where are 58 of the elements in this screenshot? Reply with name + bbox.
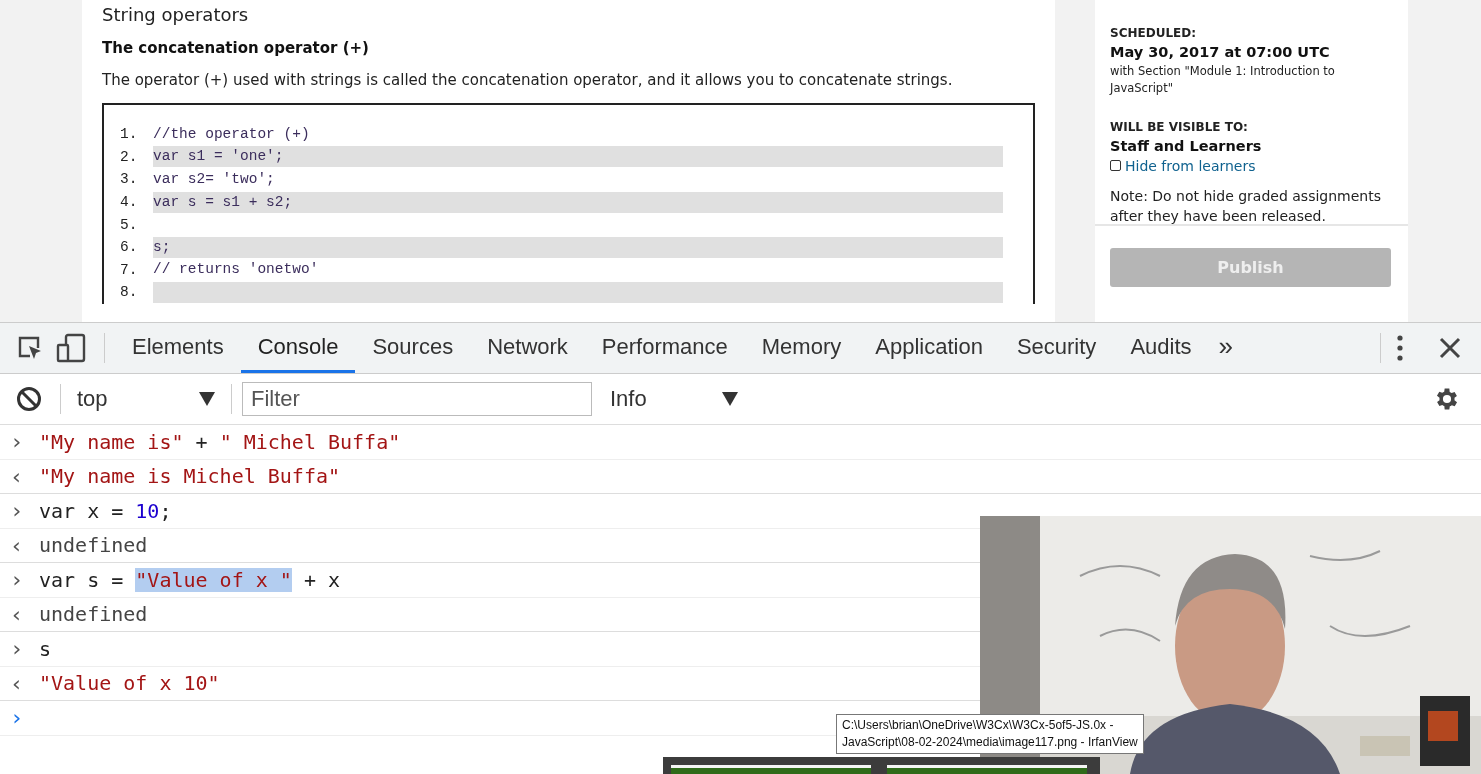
command-text: s xyxy=(39,636,52,661)
more-menu-icon[interactable] xyxy=(1395,334,1405,362)
section-heading: String operators xyxy=(102,4,250,25)
level-dropdown[interactable]: Info xyxy=(604,385,744,413)
prompt-arrow: › xyxy=(10,498,25,524)
visibility-value: Staff and Learners xyxy=(1110,137,1263,154)
context-dropdown[interactable]: top xyxy=(71,385,221,413)
devtools-tab[interactable]: Console xyxy=(240,323,356,373)
prompt-arrow: › xyxy=(10,636,25,662)
line-number: 5. xyxy=(120,216,139,233)
hide-checkbox[interactable]: Hide from learners xyxy=(1110,157,1393,174)
subheading: The concatenation operator (+) xyxy=(102,39,370,57)
line-number: 6. xyxy=(120,239,139,256)
result-arrow: ‹ xyxy=(10,601,25,627)
result-arrow: ‹ xyxy=(10,532,25,558)
line-number: 2. xyxy=(120,148,139,165)
result-arrow: ‹ xyxy=(10,670,25,696)
devtools-tab[interactable]: Network xyxy=(470,323,585,373)
code-line: // returns 'onetwo' xyxy=(153,260,320,280)
result-text: "My name is Michel Buffa" xyxy=(39,464,341,489)
devtools-tab[interactable]: Performance xyxy=(584,323,745,373)
window-thumbnail[interactable] xyxy=(887,765,1087,774)
line-number: 3. xyxy=(120,171,139,188)
prompt-arrow: › xyxy=(10,705,25,731)
more-tabs-button[interactable]: » xyxy=(1208,323,1243,373)
visibility-label: WILL BE VISIBLE TO: xyxy=(1110,119,1249,134)
code-line: var s2= 'two'; xyxy=(153,170,276,189)
window-thumbnail[interactable] xyxy=(671,765,871,774)
code-line: //the operator (+) xyxy=(153,124,311,144)
result-text: undefined xyxy=(39,533,148,558)
line-number: 1. xyxy=(120,126,139,143)
clear-console-icon[interactable] xyxy=(16,386,42,412)
close-icon[interactable] xyxy=(1439,337,1461,359)
note-text: Note: Do not hide graded assignments after they have been released. xyxy=(1110,186,1382,226)
result-text: undefined xyxy=(39,602,148,627)
devtools-tab[interactable]: Application xyxy=(858,323,1000,373)
prompt-arrow: › xyxy=(10,567,25,593)
devtools-tab[interactable]: Elements xyxy=(115,323,241,373)
prompt-arrow: › xyxy=(10,429,25,455)
devtools-tab[interactable]: Audits xyxy=(1113,323,1209,373)
filter-field[interactable]: Filter xyxy=(242,382,592,416)
tooltip: C:\Users\brian\OneDrive\W3Cx\W3Cx-5of5-JS.0x - JavaScript\08-02-2024\media\image117.png - IrfanView xyxy=(836,714,1144,754)
command-text: var s = "Value of x " + x xyxy=(39,567,341,592)
result-text: "Value of x 10" xyxy=(39,671,220,696)
scheduled-date: May 30, 2017 at 07:00 UTC xyxy=(1110,44,1331,60)
devtools-tab[interactable]: Memory xyxy=(744,323,859,373)
line-number: 4. xyxy=(120,194,139,211)
line-number: 8. xyxy=(120,284,139,301)
devtools-tab[interactable]: Sources xyxy=(355,323,471,373)
device-icon[interactable] xyxy=(56,333,86,363)
line-number: 7. xyxy=(120,261,139,278)
section-note: with Section "Module 1: Introduction to JavaScript" xyxy=(1110,63,1336,98)
devtools-tab[interactable]: Security xyxy=(999,323,1114,373)
paragraph: The operator (+) used with strings is called the concatenation operator, and it allows you to concatenate strings. xyxy=(102,71,954,89)
scheduled-label: SCHEDULED: xyxy=(1110,26,1197,40)
result-arrow: ‹ xyxy=(10,463,25,489)
command-text: "My name is" + " Michel Buffa" xyxy=(39,429,401,454)
command-text: var x = 10; xyxy=(39,498,172,523)
